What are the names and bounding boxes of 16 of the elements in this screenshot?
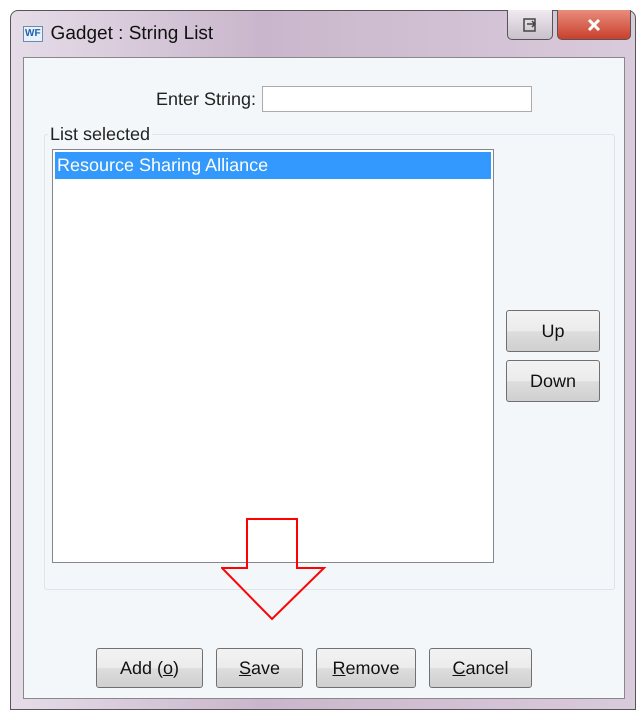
close-icon [587, 18, 601, 30]
restore-button[interactable] [507, 10, 553, 40]
dialog-button[interactable]: Save [216, 648, 303, 688]
group-legend: List selected [48, 124, 152, 145]
close-button[interactable] [557, 10, 631, 40]
down-arrow-icon [221, 518, 327, 622]
app-icon: WF [23, 26, 43, 42]
window-title: Gadget : String List [50, 23, 214, 45]
enter-string-label: Enter String: [156, 88, 256, 110]
window-icon [523, 18, 537, 32]
dialog-button[interactable]: Add (o) [96, 648, 203, 688]
up-button[interactable]: Up [506, 310, 600, 352]
down-button[interactable]: Down [506, 360, 600, 402]
dialog-button[interactable]: Remove [316, 648, 416, 688]
string-input-field[interactable] [262, 86, 532, 112]
dialog-button[interactable]: Cancel [429, 648, 532, 688]
